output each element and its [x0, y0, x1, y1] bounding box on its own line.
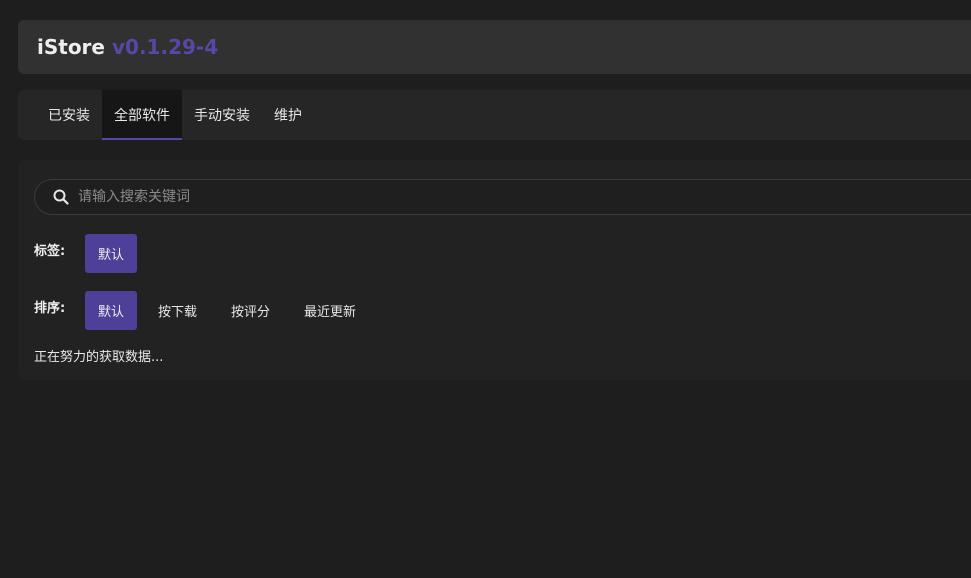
sort-filter-row: 排序: 默认 按下载 按评分 最近更新: [34, 291, 377, 330]
search-box[interactable]: [34, 179, 971, 215]
search-icon: [53, 189, 69, 205]
tag-default-button[interactable]: 默认: [85, 234, 138, 273]
software-panel: 标签: 默认 排序: 默认 按下载 按评分 最近更新 正在努力的获取数据...: [18, 160, 971, 380]
app-name: iStore: [37, 35, 105, 59]
tab-manual-install[interactable]: 手动安装: [182, 90, 262, 140]
tab-all-software[interactable]: 全部软件: [102, 90, 182, 140]
loading-status: 正在努力的获取数据...: [34, 350, 164, 365]
sort-by-recent-button[interactable]: 最近更新: [291, 291, 369, 330]
sort-filter-label: 排序:: [34, 301, 66, 316]
app-header: iStore v0.1.29-4: [18, 20, 971, 74]
tag-filter-row: 标签: 默认: [34, 234, 145, 273]
sort-by-downloads-button[interactable]: 按下载: [145, 291, 210, 330]
sort-default-button[interactable]: 默认: [85, 291, 138, 330]
app-version: v0.1.29-4: [112, 35, 219, 59]
search-input[interactable]: [76, 188, 780, 206]
tab-installed[interactable]: 已安装: [36, 90, 102, 140]
istore-page: iStore v0.1.29-4 已安装 全部软件 手动安装 维护 标签: 默认…: [0, 0, 971, 578]
tab-maintenance[interactable]: 维护: [262, 90, 314, 140]
sort-by-rating-button[interactable]: 按评分: [218, 291, 283, 330]
tag-filter-label: 标签:: [34, 244, 66, 259]
tab-bar: 已安装 全部软件 手动安装 维护: [18, 90, 971, 140]
